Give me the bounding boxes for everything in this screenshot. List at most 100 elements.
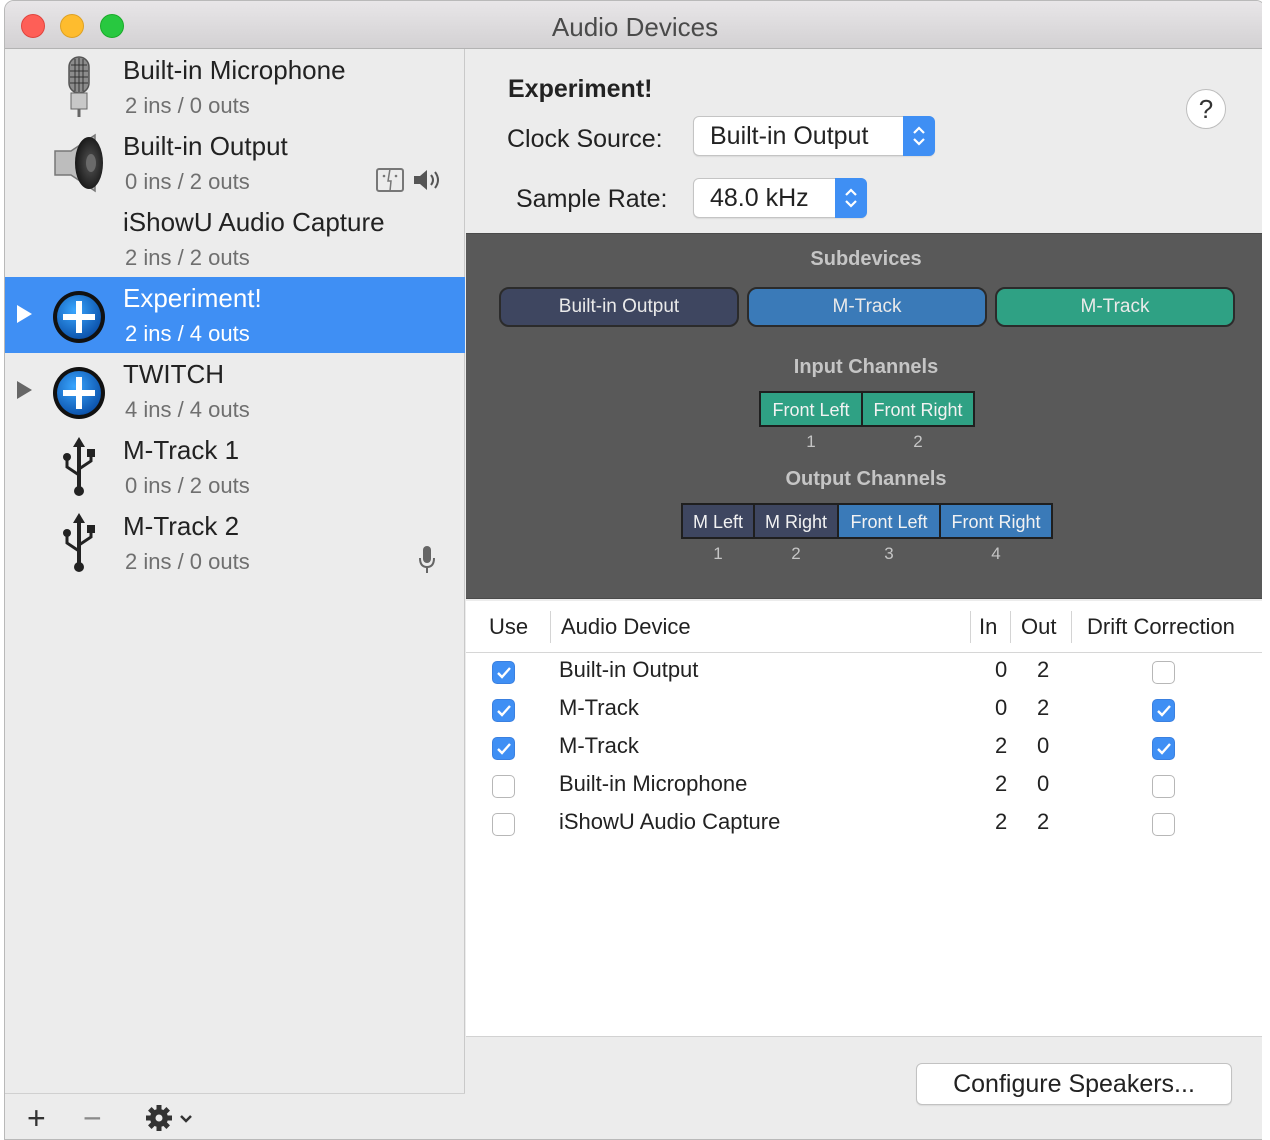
default-input-microphone-icon — [419, 546, 435, 573]
use-checkbox[interactable] — [492, 737, 515, 760]
output-channels-title: Output Channels — [785, 468, 947, 490]
column-header-drift-correction[interactable]: Drift Correction — [1087, 601, 1235, 653]
use-checkbox[interactable] — [492, 699, 515, 722]
subdevice-m-track-input[interactable]: M-Track — [995, 287, 1235, 327]
column-separator — [970, 611, 971, 643]
output-channel-4: Front Right — [939, 503, 1053, 539]
drift-correction-checkbox[interactable] — [1152, 813, 1175, 836]
microphone-icon — [68, 56, 90, 117]
finder-icon — [376, 168, 404, 192]
output-channel-1: M Left — [681, 503, 755, 539]
out-cell: 2 — [1037, 695, 1050, 720]
add-device-button[interactable]: + — [27, 1100, 46, 1137]
device-item-built-in-microphone[interactable]: Built-in Microphone 2 ins / 0 outs — [5, 49, 465, 125]
output-channel-number: 4 — [991, 544, 1001, 563]
sample-rate-value: 48.0 kHz — [710, 184, 809, 212]
column-header-use[interactable]: Use — [489, 601, 528, 653]
subdevice-built-in-output[interactable]: Built-in Output — [499, 287, 739, 327]
configure-speakers-button[interactable]: Configure Speakers... — [916, 1063, 1232, 1105]
device-io: 4 ins / 4 outs — [125, 397, 250, 422]
device-item-m-track-2[interactable]: M-Track 2 2 ins / 0 outs — [5, 505, 465, 581]
clock-source-popup[interactable]: Built-in Output — [693, 116, 935, 156]
table-row: Built-in Output 0 2 — [466, 653, 1265, 691]
drift-correction-checkbox[interactable] — [1152, 775, 1175, 798]
default-output-speaker-icon — [414, 170, 439, 190]
table-row: Built-in Microphone 2 0 — [466, 767, 1265, 805]
drift-correction-checkbox[interactable] — [1152, 661, 1175, 684]
subdevice-m-track-output[interactable]: M-Track — [747, 287, 987, 327]
help-button[interactable]: ? — [1186, 89, 1226, 129]
background-window-edge — [1262, 0, 1270, 1140]
output-channel-3: Front Left — [837, 503, 941, 539]
device-io: 2 ins / 4 outs — [125, 321, 250, 346]
column-header-audio-device[interactable]: Audio Device — [561, 601, 691, 653]
speaker-icon — [54, 133, 103, 193]
output-channel-2: M Right — [753, 503, 839, 539]
subdevice-table: Use Audio Device In Out Drift Correction… — [466, 601, 1265, 1037]
device-item-built-in-output[interactable]: Built-in Output 0 ins / 2 outs — [5, 125, 465, 201]
output-channel-number: 2 — [791, 544, 801, 563]
device-io: 2 ins / 0 outs — [125, 549, 250, 574]
device-name: Built-in Microphone — [123, 55, 346, 85]
remove-device-button[interactable]: − — [83, 1100, 102, 1137]
title-bar: Audio Devices — [5, 1, 1265, 49]
popup-stepper-icon — [835, 178, 867, 218]
audio-devices-window: Audio Devices Built-in Microphone 2 ins … — [4, 0, 1266, 1140]
aggregate-device-title: Experiment! — [508, 75, 653, 103]
in-cell: 0 — [995, 695, 1008, 720]
output-channel-number: 1 — [713, 544, 723, 563]
device-name: M-Track 2 — [123, 511, 240, 541]
device-sidebar: Built-in Microphone 2 ins / 0 outs Built… — [5, 49, 465, 1139]
input-channels-title: Input Channels — [793, 356, 939, 378]
column-header-in[interactable]: In — [979, 601, 997, 653]
output-channel-number: 3 — [884, 544, 894, 563]
column-header-out[interactable]: Out — [1021, 601, 1056, 653]
device-name: Experiment! — [123, 283, 262, 313]
device-item-ishowu-audio-capture[interactable]: iShowU Audio Capture 2 ins / 2 outs — [5, 201, 465, 277]
drift-correction-checkbox[interactable] — [1152, 699, 1175, 722]
device-name: M-Track 1 — [123, 435, 240, 465]
disclosure-triangle[interactable] — [17, 305, 32, 323]
device-item-twitch[interactable]: TWITCH 4 ins / 4 outs — [5, 353, 465, 429]
device-io: 2 ins / 2 outs — [125, 245, 250, 270]
popup-stepper-icon — [903, 116, 935, 156]
device-name: TWITCH — [123, 359, 225, 389]
device-io: 0 ins / 2 outs — [125, 473, 250, 498]
usb-icon — [63, 437, 95, 496]
clock-source-label: Clock Source: — [507, 125, 663, 153]
input-channel-1: Front Left — [759, 391, 863, 427]
input-channel-2: Front Right — [861, 391, 975, 427]
in-cell: 2 — [995, 733, 1008, 758]
device-io: 0 ins / 2 outs — [125, 169, 250, 194]
out-cell: 2 — [1037, 657, 1050, 682]
device-item-experiment[interactable]: Experiment! 2 ins / 4 outs — [5, 277, 465, 353]
out-cell: 0 — [1037, 771, 1050, 796]
drift-correction-checkbox[interactable] — [1152, 737, 1175, 760]
in-cell: 2 — [995, 771, 1008, 796]
out-cell: 0 — [1037, 733, 1050, 758]
device-cell: Built-in Microphone — [559, 771, 748, 796]
out-cell: 2 — [1037, 809, 1050, 834]
input-channel-number: 2 — [913, 432, 923, 451]
column-separator — [1010, 611, 1011, 643]
device-cell: M-Track — [559, 695, 639, 720]
use-checkbox[interactable] — [492, 813, 515, 836]
table-row: iShowU Audio Capture 2 2 — [466, 805, 1265, 843]
subdevices-title: Subdevices — [810, 248, 922, 270]
device-item-m-track-1[interactable]: M-Track 1 0 ins / 2 outs — [5, 429, 465, 505]
subdevices-panel: Subdevices Built-in Output M-Track M-Tra… — [466, 233, 1265, 599]
table-row: M-Track 0 2 — [466, 691, 1265, 729]
use-checkbox[interactable] — [492, 775, 515, 798]
column-separator — [1071, 611, 1072, 643]
sample-rate-popup[interactable]: 48.0 kHz — [693, 178, 867, 218]
disclosure-triangle[interactable] — [17, 381, 32, 399]
gear-menu-icon[interactable] — [145, 1104, 199, 1134]
clock-source-value: Built-in Output — [710, 122, 869, 150]
aggregate-device-icon — [53, 367, 105, 419]
device-detail-panel: Experiment! ? Clock Source: Built-in Out… — [466, 49, 1265, 1139]
table-row: M-Track 2 0 — [466, 729, 1265, 767]
sidebar-toolbar: + − — [5, 1093, 465, 1139]
usb-icon — [63, 513, 95, 572]
device-cell: iShowU Audio Capture — [559, 809, 781, 834]
use-checkbox[interactable] — [492, 661, 515, 684]
